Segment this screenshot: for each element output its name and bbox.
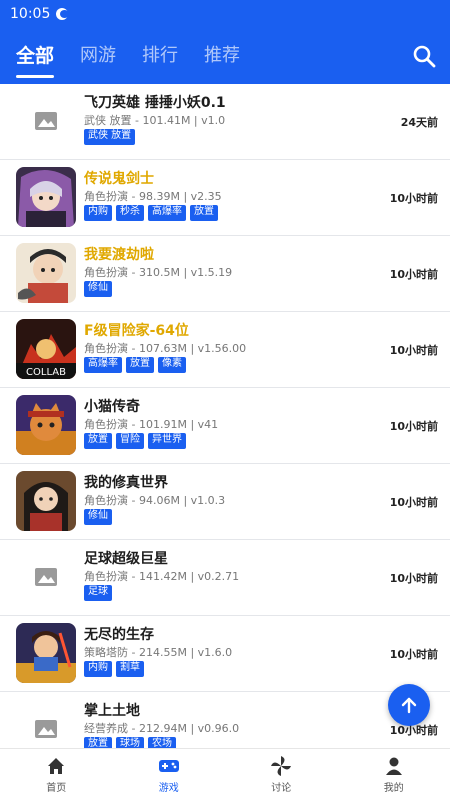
tab-all[interactable]: 全部	[16, 41, 55, 78]
game-meta: 角色扮演 - 98.39M | v2.35	[84, 190, 222, 203]
list-item[interactable]: 足球超级巨星 角色扮演 - 141.42M | v0.2.71 足球 10小时前	[0, 540, 450, 616]
list-item[interactable]: COLLAB F级冒险家-64位 角色扮演 - 107.63M | v1.56.…	[0, 312, 450, 388]
game-icon	[16, 243, 76, 303]
image-placeholder-icon	[16, 699, 76, 748]
game-meta: 策略塔防 - 214.55M | v1.6.0	[84, 646, 233, 659]
tag-list: 内购 割草	[84, 661, 144, 677]
bottom-navigation: 首页 游戏 讨论 我的	[0, 748, 450, 800]
nav-label: 讨论	[271, 783, 292, 794]
pinwheel-icon	[270, 755, 292, 777]
update-time: 10小时前	[389, 268, 438, 281]
tag[interactable]: 放置	[190, 205, 218, 221]
status-time: 10:05	[10, 6, 51, 22]
game-meta: 角色扮演 - 107.63M | v1.56.00	[84, 342, 247, 355]
game-icon	[16, 623, 76, 683]
tag[interactable]: 秒杀	[116, 205, 144, 221]
person-icon	[383, 755, 405, 777]
tag[interactable]: 放置	[84, 737, 112, 748]
game-title: 掌上土地	[84, 703, 140, 719]
image-placeholder-icon	[16, 91, 76, 151]
nav-discuss[interactable]: 讨论	[225, 749, 338, 800]
nav-label: 首页	[46, 783, 67, 794]
tag[interactable]: 修仙	[84, 509, 112, 525]
tab-online[interactable]: 网游	[80, 41, 116, 71]
tag[interactable]: 球场	[116, 737, 144, 748]
game-meta: 角色扮演 - 101.91M | v41	[84, 418, 219, 431]
nav-games[interactable]: 游戏	[113, 749, 226, 800]
list-item[interactable]: 我要渡劫啦 角色扮演 - 310.5M | v1.5.19 修仙 10小时前	[0, 236, 450, 312]
tag-list: 修仙	[84, 509, 112, 525]
tag-list: 修仙	[84, 281, 112, 297]
image-placeholder-icon	[16, 547, 76, 607]
game-title: 小猫传奇	[84, 399, 140, 415]
update-time: 10小时前	[389, 192, 438, 205]
tag[interactable]: 异世界	[148, 433, 186, 449]
tag[interactable]: 武侠 放置	[84, 129, 136, 145]
game-meta: 角色扮演 - 310.5M | v1.5.19	[84, 266, 233, 279]
nav-label: 游戏	[158, 783, 179, 794]
tag-list: 足球	[84, 585, 112, 601]
update-time: 24天前	[400, 116, 438, 129]
update-time: 10小时前	[389, 648, 438, 661]
status-bar: 10:05	[0, 0, 450, 28]
top-tab-bar: 全部 网游 排行 推荐	[0, 28, 450, 84]
list-item[interactable]: 无尽的生存 策略塔防 - 214.55M | v1.6.0 内购 割草 10小时…	[0, 616, 450, 692]
update-time: 10小时前	[389, 572, 438, 585]
list-item[interactable]: 飞刀英雄 捶捶小妖0.1 武侠 放置 - 101.41M | v1.0 武侠 放…	[0, 84, 450, 160]
update-time: 10小时前	[389, 420, 438, 433]
game-title: 我要渡劫啦	[84, 247, 154, 263]
app-screen: 10:05 全部 网游 排行 推荐 飞刀英雄 捶捶小妖0.1 武侠 放置 - 1…	[0, 0, 450, 800]
tab-recommend[interactable]: 推荐	[204, 41, 240, 71]
game-icon	[16, 167, 76, 227]
tag[interactable]: 高爆率	[84, 357, 122, 373]
tab-ranking[interactable]: 排行	[142, 41, 178, 71]
gamepad-icon	[158, 755, 180, 777]
tag[interactable]: 割草	[116, 661, 144, 677]
list-item[interactable]: 我的修真世界 角色扮演 - 94.06M | v1.0.3 修仙 10小时前	[0, 464, 450, 540]
game-meta: 经营养成 - 212.94M | v0.96.0	[84, 722, 240, 735]
game-title: 我的修真世界	[84, 475, 168, 491]
collab-label: COLLAB	[26, 367, 66, 378]
game-icon	[16, 395, 76, 455]
tag[interactable]: 冒险	[116, 433, 144, 449]
notification-icon	[56, 8, 70, 20]
tag[interactable]: 内购	[84, 205, 112, 221]
update-time: 10小时前	[389, 496, 438, 509]
game-list: 飞刀英雄 捶捶小妖0.1 武侠 放置 - 101.41M | v1.0 武侠 放…	[0, 84, 450, 748]
nav-label: 我的	[383, 783, 404, 794]
update-time: 10小时前	[389, 344, 438, 357]
tag[interactable]: 放置	[84, 433, 112, 449]
tag-list: 高爆率 放置 像素	[84, 357, 186, 373]
game-icon	[16, 471, 76, 531]
tag-list: 内购 秒杀 高爆率 放置	[84, 205, 218, 221]
game-title: 无尽的生存	[84, 627, 154, 643]
scroll-to-top-button[interactable]	[388, 684, 430, 726]
list-item[interactable]: 掌上土地 经营养成 - 212.94M | v0.96.0 放置 球场 农场 1…	[0, 692, 450, 748]
list-item[interactable]: 传说鬼剑士 角色扮演 - 98.39M | v2.35 内购 秒杀 高爆率 放置…	[0, 160, 450, 236]
list-item[interactable]: 小猫传奇 角色扮演 - 101.91M | v41 放置 冒险 异世界 10小时…	[0, 388, 450, 464]
tag-list: 放置 球场 农场	[84, 737, 176, 748]
game-meta: 武侠 放置 - 101.41M | v1.0	[84, 114, 226, 127]
tag[interactable]: 放置	[126, 357, 154, 373]
game-meta: 角色扮演 - 94.06M | v1.0.3	[84, 494, 226, 507]
nav-mine[interactable]: 我的	[338, 749, 450, 800]
tag[interactable]: 农场	[148, 737, 176, 748]
tag[interactable]: 内购	[84, 661, 112, 677]
tag[interactable]: 高爆率	[148, 205, 186, 221]
game-title: F级冒险家-64位	[84, 323, 189, 339]
game-meta: 角色扮演 - 141.42M | v0.2.71	[84, 570, 240, 583]
tag[interactable]: 像素	[158, 357, 186, 373]
tag-list: 放置 冒险 异世界	[84, 433, 186, 449]
game-title: 传说鬼剑士	[84, 171, 154, 187]
arrow-up-icon	[401, 697, 417, 714]
game-icon: COLLAB	[16, 319, 76, 379]
home-icon	[45, 755, 67, 777]
tag[interactable]: 修仙	[84, 281, 112, 297]
game-title: 足球超级巨星	[84, 551, 168, 567]
game-title: 飞刀英雄 捶捶小妖0.1	[84, 95, 226, 111]
tag[interactable]: 足球	[84, 585, 112, 601]
tag-list: 武侠 放置	[84, 129, 136, 145]
nav-home[interactable]: 首页	[0, 749, 113, 800]
search-icon[interactable]	[410, 42, 438, 70]
